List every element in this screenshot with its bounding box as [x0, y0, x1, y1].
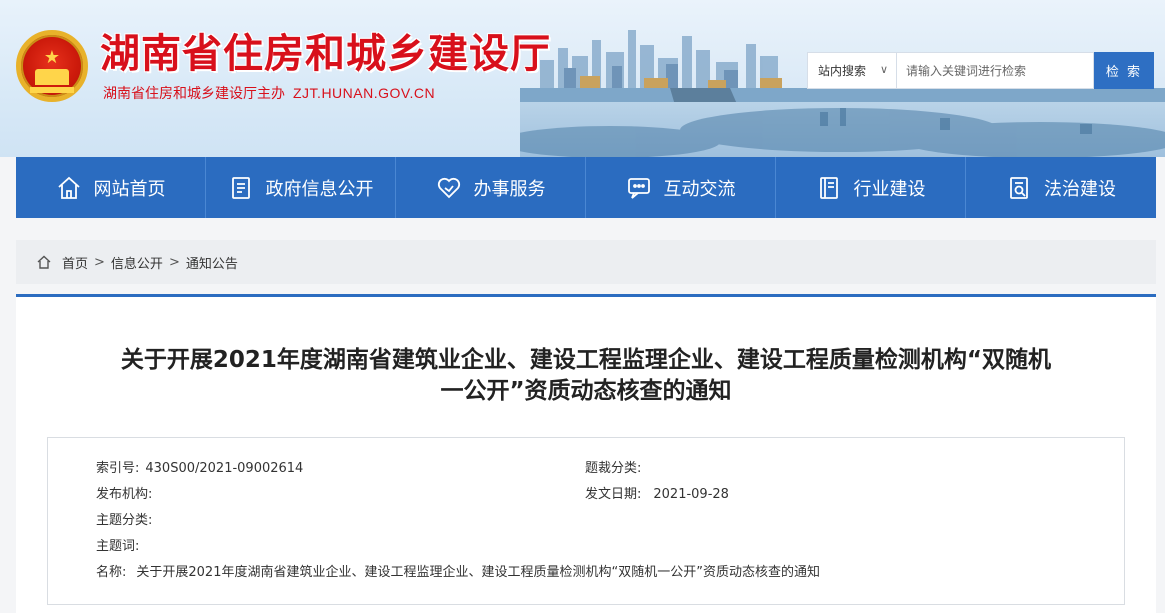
- breadcrumb-separator: >: [94, 254, 105, 270]
- meta-value: 关于开展2021年度湖南省建筑业企业、建设工程监理企业、建设工程质量检测机构“双…: [136, 565, 820, 580]
- gate-shape: [35, 69, 69, 85]
- star-icon: ★: [43, 47, 61, 68]
- breadcrumb: 首页 > 信息公开 > 通知公告: [16, 240, 1156, 284]
- nav-item-label: 办事服务: [473, 178, 546, 200]
- search-bar: 站内搜索 ∨ 检 索: [807, 52, 1154, 89]
- meta-label: 主题词:: [96, 539, 140, 554]
- breadcrumb-notices[interactable]: 通知公告: [186, 253, 238, 272]
- nav-item-home[interactable]: 网站首页: [16, 157, 206, 218]
- nav-item-label: 行业建设: [853, 178, 926, 200]
- site-header: ★ 湖南省住房和城乡建设厅 湖南省住房和城乡建设厅主办 ZJT.HUNAN.GOV…: [0, 0, 1165, 157]
- meta-label: 发文日期:: [585, 487, 642, 502]
- chevron-down-icon: ∨: [879, 63, 888, 76]
- nav-item-services[interactable]: 办事服务: [396, 157, 586, 218]
- home-icon: [37, 255, 51, 269]
- article-title: 关于开展2021年度湖南省建筑业企业、建设工程监理企业、建设工程质量检测机构“双…: [46, 345, 1126, 407]
- chat-icon: [626, 175, 652, 201]
- nav-item-label: 网站首页: [93, 178, 166, 200]
- meta-value: 430S00/2021-09002614: [145, 461, 304, 476]
- law-icon: [1006, 175, 1032, 201]
- search-scope-label: 站内搜索: [818, 64, 867, 78]
- emblem-base: [30, 87, 74, 93]
- meta-org: 发布机构:: [96, 486, 158, 504]
- nav-item-label: 互动交流: [663, 178, 736, 200]
- meta-label: 主题分类:: [96, 513, 153, 528]
- site-title[interactable]: 湖南省住房和城乡建设厅: [100, 30, 551, 78]
- document-icon: [228, 175, 254, 201]
- meta-name: 名称: 关于开展2021年度湖南省建筑业企业、建设工程监理企业、建设工程质量检测机…: [96, 564, 820, 582]
- article-title-line: 关于开展2021年度湖南省建筑业企业、建设工程监理企业、建设工程质量检测机构“双…: [120, 347, 1052, 373]
- meta-label: 题裁分类:: [585, 461, 642, 476]
- nav-item-label: 法治建设: [1044, 178, 1116, 200]
- site-domain: ZJT.HUNAN.GOV.CN: [293, 85, 436, 101]
- book-icon: [816, 175, 842, 201]
- breadcrumb-home[interactable]: 首页: [62, 253, 88, 272]
- breadcrumb-info-public[interactable]: 信息公开: [111, 253, 163, 272]
- document-metadata-table: 索引号: 430S00/2021-09002614 题裁分类: 发布机构: 发文日…: [47, 437, 1125, 605]
- meta-keywords: 主题词:: [96, 538, 145, 556]
- meta-index: 索引号: 430S00/2021-09002614: [96, 460, 303, 478]
- nav-item-gov-info[interactable]: 政府信息公开: [206, 157, 396, 218]
- meta-date: 发文日期: 2021-09-28: [585, 486, 729, 504]
- site-subtitle: 湖南省住房和城乡建设厅主办 ZJT.HUNAN.GOV.CN: [103, 84, 435, 103]
- breadcrumb-separator: >: [168, 254, 180, 270]
- heart-icon: [436, 175, 462, 201]
- nav-item-law[interactable]: 法治建设: [966, 157, 1156, 218]
- meta-label: 发布机构:: [96, 487, 153, 502]
- search-scope-select[interactable]: 站内搜索 ∨: [807, 52, 897, 89]
- nav-item-industry[interactable]: 行业建设: [776, 157, 966, 218]
- search-button[interactable]: 检 索: [1094, 52, 1154, 89]
- nav-item-label: 政府信息公开: [265, 178, 374, 200]
- article-panel: 关于开展2021年度湖南省建筑业企业、建设工程监理企业、建设工程质量检测机构“双…: [16, 294, 1156, 613]
- meta-label: 索引号:: [96, 461, 140, 476]
- meta-value: 2021-09-28: [653, 487, 729, 502]
- main-nav: 网站首页 政府信息公开 办事服务 互动交流 行业建设 法治建设: [16, 157, 1156, 218]
- search-input[interactable]: [897, 52, 1094, 89]
- meta-label: 名称:: [96, 565, 127, 580]
- nav-item-interaction[interactable]: 互动交流: [586, 157, 776, 218]
- national-emblem: ★: [16, 30, 88, 102]
- article-title-line: 一公开”资质动态核查的通知: [440, 378, 732, 404]
- sponsor-text: 湖南省住房和城乡建设厅主办: [103, 86, 285, 102]
- home-icon: [56, 175, 82, 201]
- meta-genre: 题裁分类:: [585, 460, 647, 478]
- meta-topic: 主题分类:: [96, 512, 158, 530]
